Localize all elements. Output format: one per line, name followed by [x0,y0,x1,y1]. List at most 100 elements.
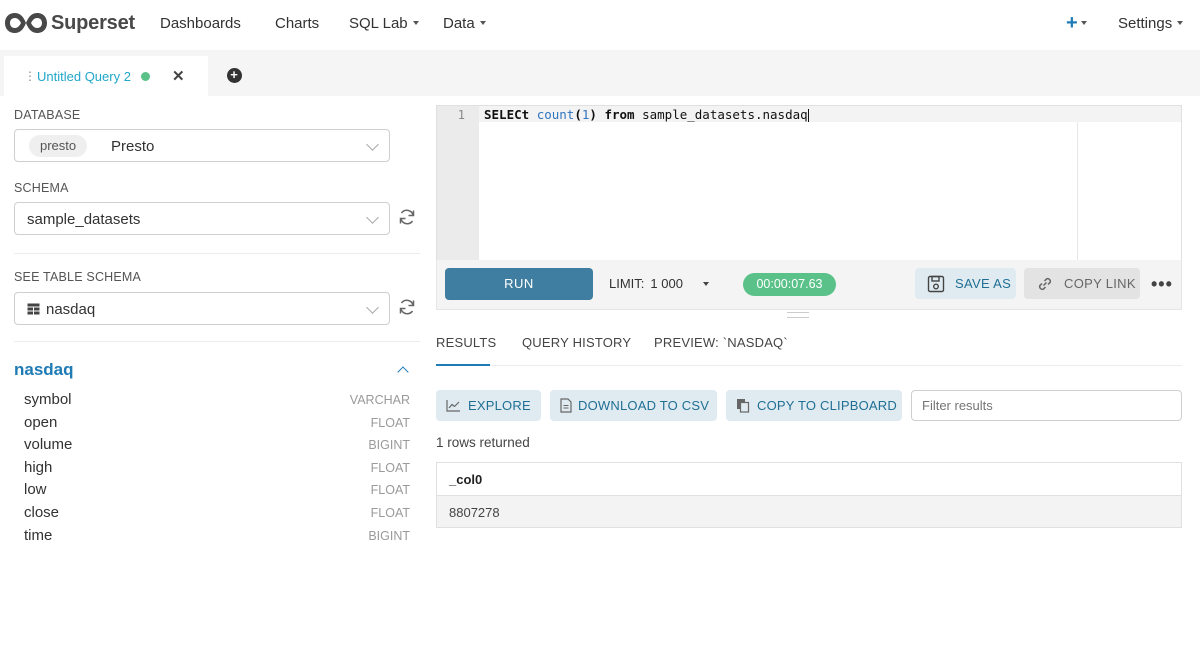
database-backend-badge: presto [29,135,88,157]
copy-link-button[interactable]: COPY LINK [1024,268,1140,299]
plus-icon: + [1066,12,1078,34]
column-type: BIGINT [368,438,410,452]
save-icon [927,275,945,293]
tabs-border [436,365,1182,366]
download-csv-label: DOWNLOAD TO CSV [578,398,710,413]
refresh-schema-icon[interactable] [397,207,417,227]
line-chart-icon [446,400,460,412]
superset-logo[interactable]: Superset [4,9,135,37]
database-value: Presto [111,138,155,155]
query-tab[interactable]: ⋮ Untitled Query 2 ✕ [4,53,208,96]
column-type: FLOAT [370,416,410,430]
sql-keyword-select: SELECt [484,107,530,122]
tab-results[interactable]: RESULTS [436,335,496,350]
filter-results-input[interactable] [911,390,1182,421]
nav-data-label: Data [443,15,475,32]
settings-menu[interactable]: Settings [1118,15,1184,32]
table-select[interactable]: nasdaq [14,292,390,325]
column-type: BIGINT [368,529,410,543]
column-header: _col0 [449,472,483,487]
sql-editor[interactable]: 1 SELECt count(1) from sample_datasets.n… [436,105,1182,261]
database-select[interactable]: presto Presto [14,129,390,162]
nav-sql-lab[interactable]: SQL Lab [349,15,419,32]
column-name: volume [24,436,73,453]
nav-data[interactable]: Data [443,15,486,32]
chevron-down-icon [366,301,379,314]
more-options-icon[interactable]: ••• [1151,275,1173,293]
column-row: symbol VARCHAR [24,391,410,413]
text-cursor [807,109,809,122]
top-navbar: Superset Dashboards Charts SQL Lab Data … [0,0,1200,50]
column-name: close [24,504,60,521]
add-tab-button[interactable]: + [218,59,250,91]
explore-label: EXPLORE [468,398,531,413]
sql-code-line: SELECt count(1) from sample_datasets.nas… [484,107,809,122]
column-row: close FLOAT [24,504,410,526]
resize-handle[interactable] [787,312,809,318]
editor-gutter: 1 [437,106,479,260]
nav-charts[interactable]: Charts [275,15,319,32]
print-margin [1077,122,1078,260]
column-name: symbol [24,391,72,408]
settings-label: Settings [1118,15,1173,32]
sql-function: count [536,107,575,122]
chevron-down-icon [1080,20,1087,25]
column-type: FLOAT [370,483,410,497]
run-button[interactable]: RUN [445,268,593,300]
chevron-down-icon[interactable] [703,282,709,286]
column-row: open FLOAT [24,414,410,436]
sql-keyword-from: from [604,107,635,122]
line-number: 1 [457,108,465,122]
active-tab-indicator [436,364,490,366]
limit-dropdown[interactable]: LIMIT: 1 000 [609,276,683,291]
close-icon[interactable]: ✕ [172,67,185,85]
column-row: volume BIGINT [24,436,410,458]
column-row: low FLOAT [24,481,410,503]
table-schema-label: SEE TABLE SCHEMA [14,270,142,284]
nav-sql-lab-label: SQL Lab [349,15,408,32]
table-header[interactable]: _col0 [437,463,1181,496]
rows-returned-text: 1 rows returned [436,435,530,450]
column-type: FLOAT [370,461,410,475]
refresh-table-icon[interactable] [397,297,417,317]
column-row: time BIGINT [24,527,410,549]
limit-label: LIMIT: [609,276,645,291]
copy-icon [737,399,750,413]
chevron-up-icon[interactable] [397,366,409,378]
limit-value: 1 000 [650,276,683,291]
chevron-down-icon [366,138,379,151]
explore-button[interactable]: EXPLORE [436,390,541,421]
chevron-down-icon [366,211,379,224]
chevron-down-icon [412,21,419,26]
copy-clipboard-label: COPY TO CLIPBOARD [757,398,897,413]
table-icon [27,303,40,315]
divider [14,253,420,254]
link-icon [1038,277,1052,291]
tab-menu-icon[interactable]: ⋮ [24,69,36,83]
tab-query-history[interactable]: QUERY HISTORY [522,335,631,350]
divider [14,341,420,342]
column-type: VARCHAR [349,393,410,407]
save-as-label: SAVE AS [955,276,1012,291]
schema-label: SCHEMA [14,181,69,195]
table-row[interactable]: 8807278 [437,496,1181,527]
new-item-menu[interactable]: + [1066,12,1087,35]
column-name: time [24,527,53,544]
query-tab-title: Untitled Query 2 [37,69,131,84]
column-name: low [24,481,47,498]
query-status-indicator [141,72,150,81]
results-table: _col0 8807278 [436,462,1182,528]
column-row: high FLOAT [24,459,410,481]
download-csv-button[interactable]: DOWNLOAD TO CSV [550,390,717,421]
database-label: DATABASE [14,108,81,122]
column-type: FLOAT [370,506,410,520]
nav-dashboards[interactable]: Dashboards [160,15,241,32]
copy-link-label: COPY LINK [1064,276,1136,291]
copy-clipboard-button[interactable]: COPY TO CLIPBOARD [726,390,902,421]
table-schema-title[interactable]: nasdaq [14,360,74,380]
column-name: open [24,414,58,431]
tab-preview[interactable]: PREVIEW: `NASDAQ` [654,335,788,350]
save-as-button[interactable]: SAVE AS [915,268,1016,299]
file-icon [560,398,572,413]
schema-select[interactable]: sample_datasets [14,202,390,235]
